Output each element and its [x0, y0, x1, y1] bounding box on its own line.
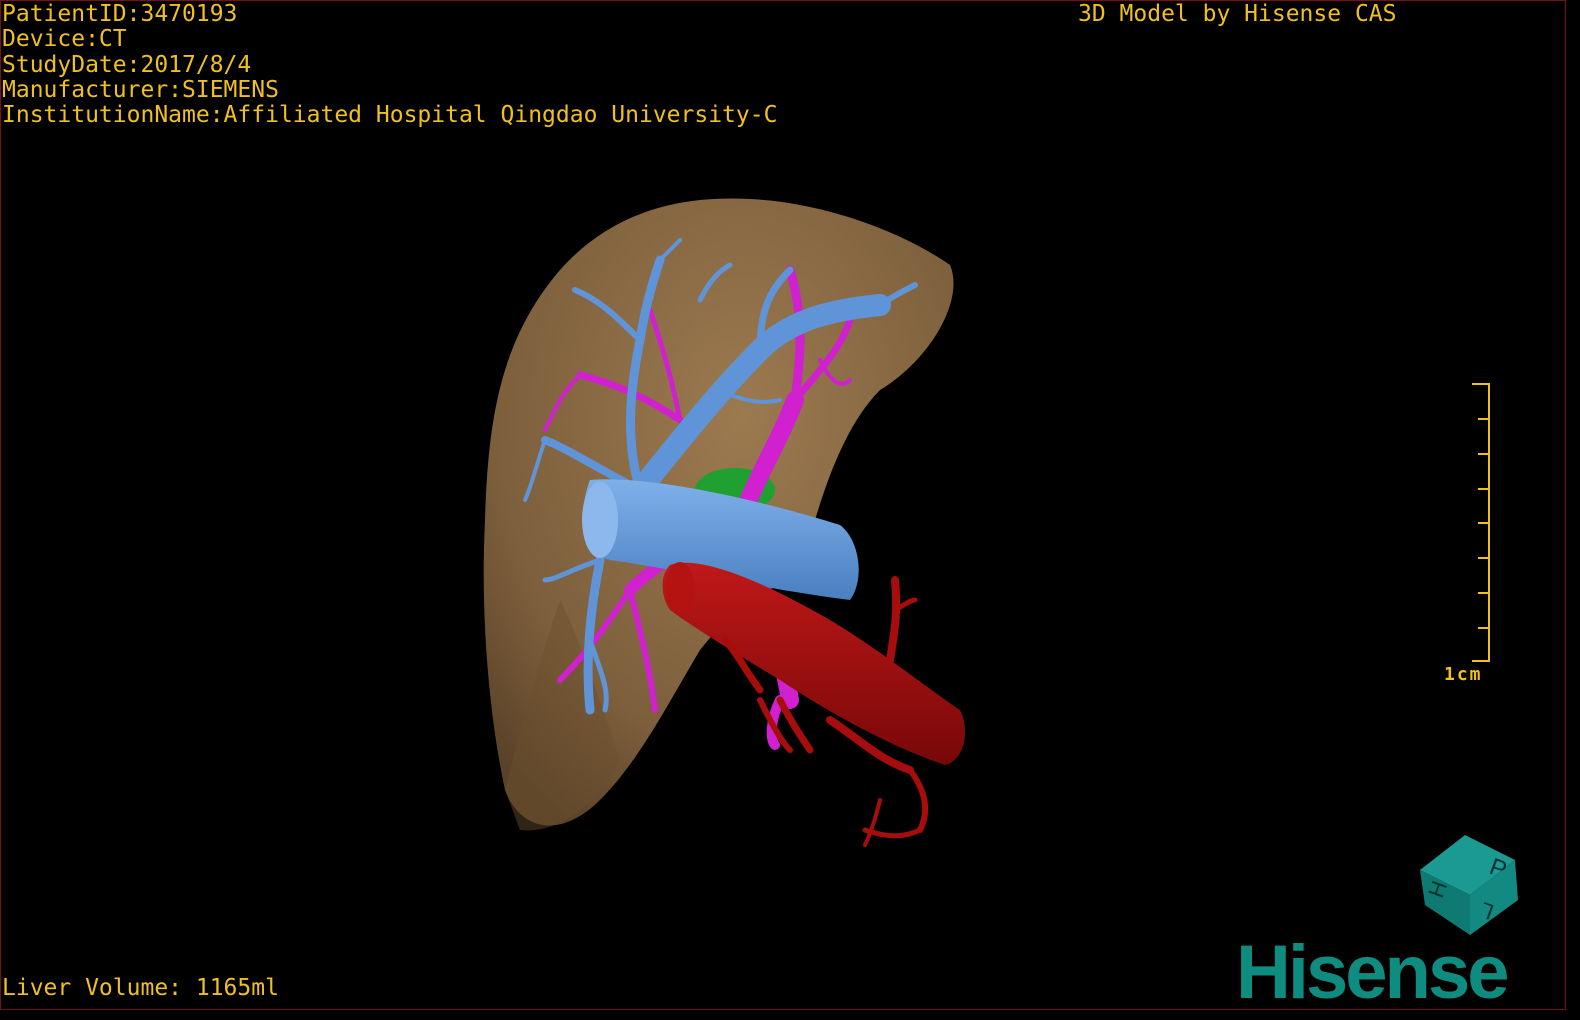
ivc-opening [582, 482, 618, 558]
scale-bar [1472, 383, 1490, 662]
aorta-opening [666, 562, 694, 614]
dicom-info-panel: PatientID:3470193 Device:CT StudyDate:20… [2, 1, 778, 129]
institution-text: InstitutionName:Affiliated Hospital Qing… [2, 102, 778, 129]
liver-volume-text: Liver Volume: 1165ml [2, 975, 279, 1001]
model-credit-text: 3D Model by Hisense CAS [1078, 1, 1397, 27]
manufacturer-text: Manufacturer:SIEMENS [2, 76, 279, 103]
scale-bar-label: 1cm [1444, 664, 1483, 685]
3d-viewport[interactable]: P H L [0, 0, 1566, 1010]
hisense-logo: Hisense [1236, 930, 1509, 1015]
patient-id-text: PatientID:3470193 [2, 1, 238, 27]
study-date-text: StudyDate:2017/8/4 [2, 51, 252, 78]
device-text: Device:CT [2, 26, 127, 53]
orientation-cube-widget[interactable]: P H L [1420, 835, 1518, 935]
